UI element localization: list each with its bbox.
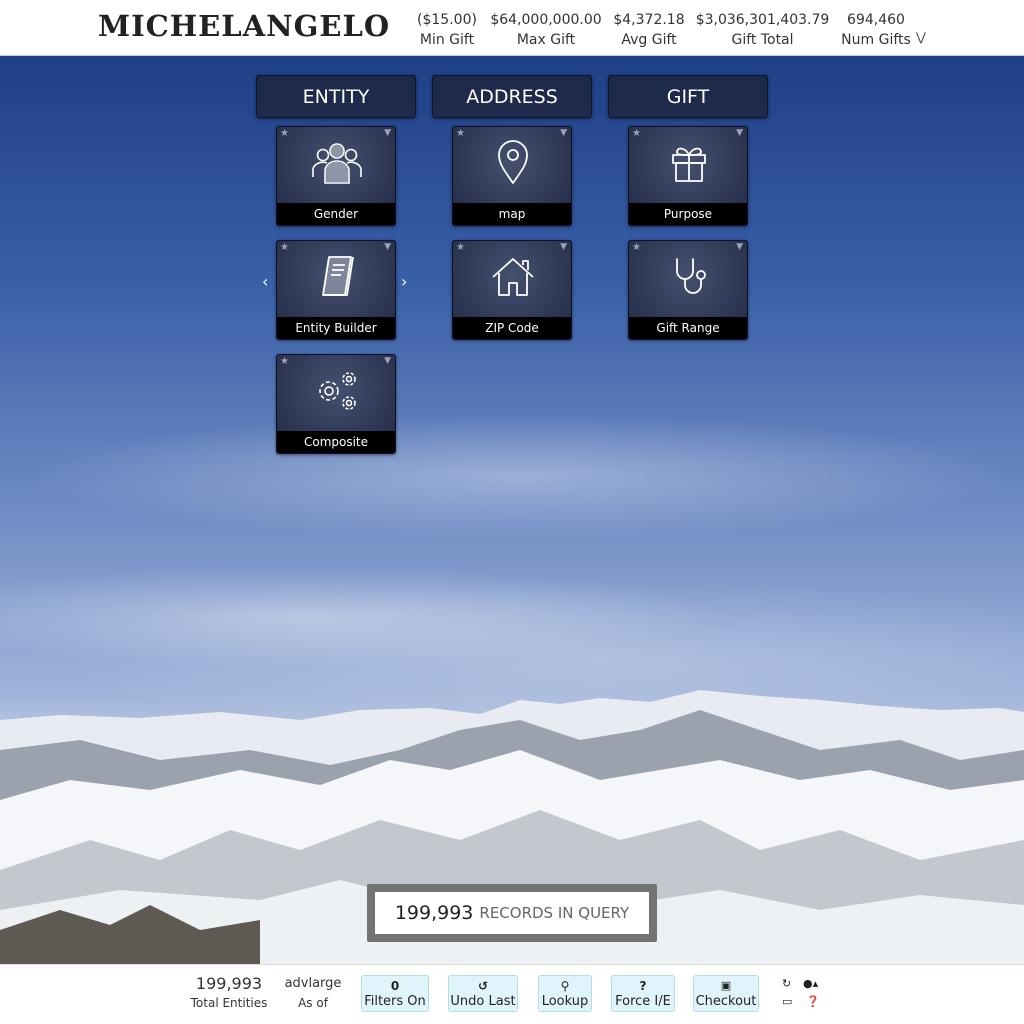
save-icon: ▣ — [720, 979, 732, 992]
favorite-star-icon[interactable]: ★ — [632, 242, 641, 253]
filter-icon[interactable]: ▼ — [736, 242, 743, 252]
stethoscope-icon — [676, 258, 706, 294]
filter-icon[interactable]: ▼ — [384, 242, 391, 252]
stat-value: ($15.00) — [417, 12, 477, 28]
question-icon: ? — [639, 979, 647, 993]
tile-map[interactable]: ★ ▼ map — [452, 126, 572, 226]
folder-open-icon[interactable]: ▭ — [782, 995, 792, 1008]
records-in-query-box: 199,993 RECORDS IN QUERY — [367, 884, 657, 942]
undo-last-button[interactable]: ↺ Undo Last — [448, 975, 518, 1012]
stat-label: Avg Gift — [621, 32, 677, 48]
favorite-star-icon[interactable]: ★ — [280, 356, 289, 367]
filter-count: 0 — [390, 979, 400, 993]
stat-label: Num Gifts — [841, 32, 911, 48]
favorite-star-icon[interactable]: ★ — [456, 242, 465, 253]
gift-icon — [672, 147, 706, 182]
favorite-star-icon[interactable]: ★ — [456, 128, 465, 139]
button-label: Force I/E — [615, 994, 671, 1009]
button-label: Undo Last — [450, 994, 516, 1009]
user-icon[interactable]: ●▴ — [803, 977, 818, 990]
lookup-button[interactable]: ⚲ Lookup — [538, 975, 592, 1012]
tile-label: Gift Range — [629, 317, 747, 339]
stat-max-gift: $64,000,000.00 Max Gift — [490, 10, 602, 50]
tile-label: Composite — [277, 431, 395, 453]
double-chevron-down-icon[interactable]: ⋁ — [916, 30, 926, 44]
tile-label: Gender — [277, 203, 395, 225]
button-label: Checkout — [695, 994, 757, 1009]
brand-logo: MICHELANGELO — [98, 9, 391, 43]
category-address[interactable]: ADDRESS — [432, 75, 592, 118]
category-gift[interactable]: GIFT — [608, 75, 768, 118]
stat-avg-gift: $4,372.18 Avg Gift — [610, 10, 688, 50]
total-entities-value: 199,993 — [195, 974, 263, 993]
stat-label: Max Gift — [516, 32, 576, 48]
search-icon: ⚲ — [560, 979, 570, 993]
header-bar: MICHELANGELO ($15.00) Min Gift $64,000,0… — [0, 0, 1024, 56]
checkout-button[interactable]: ▣ Checkout — [693, 975, 759, 1012]
footer-bar: 199,993 Total Entities advlarge As of 0 … — [0, 964, 1024, 1024]
records-count: 199,993 — [394, 902, 474, 924]
chevron-right-icon[interactable]: › — [401, 272, 407, 291]
tile-label: Entity Builder — [277, 317, 395, 339]
gears-icon — [319, 372, 356, 410]
tile-composite[interactable]: ★ ▼ Composite — [276, 354, 396, 454]
stat-value: $64,000,000.00 — [490, 12, 602, 28]
stat-value: $4,372.18 — [613, 12, 685, 28]
as-of-label: As of — [298, 996, 328, 1010]
stat-label: Gift Total — [731, 32, 794, 48]
book-icon — [322, 256, 354, 296]
filter-icon[interactable]: ▼ — [560, 128, 567, 138]
records-label: RECORDS IN QUERY — [479, 904, 630, 922]
tile-entity-builder[interactable]: ★ ▼ Entity Builder — [276, 240, 396, 340]
tile-label: map — [453, 203, 571, 225]
filter-icon[interactable]: ▼ — [384, 128, 391, 138]
filters-on-button[interactable]: 0 Filters On — [361, 975, 429, 1012]
tile-purpose[interactable]: ★ ▼ Purpose — [628, 126, 748, 226]
stat-label: Min Gift — [419, 32, 475, 48]
users-icon — [312, 143, 362, 184]
button-label: Lookup — [541, 994, 589, 1009]
map-pin-icon — [498, 140, 528, 185]
chevron-left-icon[interactable]: ‹ — [262, 272, 268, 291]
stat-min-gift: ($15.00) Min Gift — [412, 10, 482, 50]
as-of-value: advlarge — [284, 976, 342, 991]
home-icon — [492, 258, 534, 296]
stat-gift-total: $3,036,301,403.79 Gift Total — [695, 10, 830, 50]
category-entity[interactable]: ENTITY — [256, 75, 416, 118]
help-icon[interactable]: ❓ — [806, 995, 820, 1008]
as-of: advlarge As of — [281, 973, 345, 1011]
filter-icon[interactable]: ▼ — [384, 356, 391, 366]
tile-gift-range[interactable]: ★ ▼ Gift Range — [628, 240, 748, 340]
tile-label: ZIP Code — [453, 317, 571, 339]
filter-icon[interactable]: ▼ — [560, 242, 567, 252]
favorite-star-icon[interactable]: ★ — [280, 242, 289, 253]
favorite-star-icon[interactable]: ★ — [632, 128, 641, 139]
total-entities: 199,993 Total Entities — [188, 973, 270, 1011]
button-label: Filters On — [364, 994, 426, 1009]
stat-value: 694,460 — [847, 12, 905, 28]
tile-label: Purpose — [629, 203, 747, 225]
refresh-icon[interactable]: ↻ — [782, 977, 791, 990]
stat-num-gifts: 694,460 Num Gifts — [838, 10, 914, 50]
favorite-star-icon[interactable]: ★ — [280, 128, 289, 139]
filter-icon[interactable]: ▼ — [736, 128, 743, 138]
total-entities-label: Total Entities — [190, 996, 268, 1010]
tile-zip-code[interactable]: ★ ▼ ZIP Code — [452, 240, 572, 340]
tile-gender[interactable]: ★ ▼ Gender — [276, 126, 396, 226]
stat-value: $3,036,301,403.79 — [695, 12, 830, 28]
undo-icon: ↺ — [477, 979, 489, 993]
force-ie-button[interactable]: ? Force I/E — [611, 975, 675, 1012]
